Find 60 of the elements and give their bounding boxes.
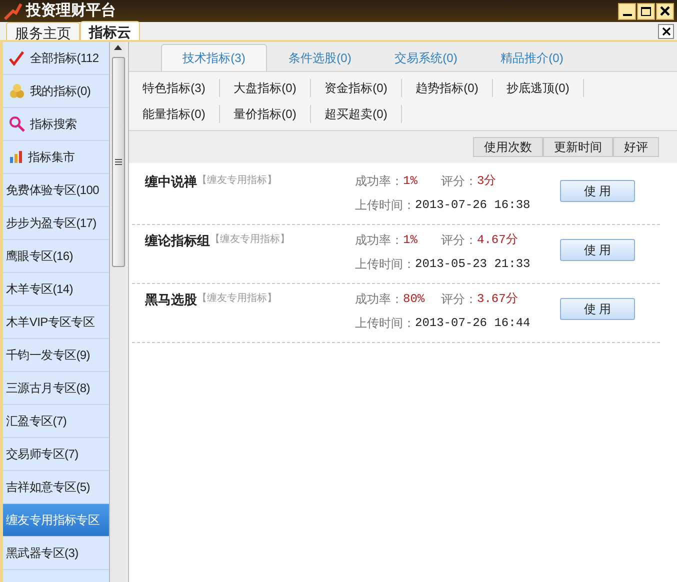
category-link[interactable]: 特色指标(3) (129, 79, 220, 97)
indicator-tag: 【缠友专用指标】 (197, 173, 277, 188)
category-tab[interactable]: 精品推介(0) (479, 44, 585, 71)
upload-time: 2013-05-23 21:33 (415, 256, 530, 273)
sort-button[interactable]: 更新时间 (543, 137, 613, 157)
score-value: 3.67分 (477, 291, 518, 308)
category-tab[interactable]: 技术指标(3) (161, 44, 267, 71)
category-link[interactable]: 量价指标(0) (220, 105, 311, 123)
coins-icon (9, 83, 25, 99)
category-link[interactable]: 大盘指标(0) (220, 79, 311, 97)
close-icon (662, 27, 670, 36)
rate-label: 成功率： (355, 291, 403, 308)
grip-icon (114, 159, 122, 165)
score-label: 评分： (441, 173, 477, 190)
close-button[interactable] (656, 2, 674, 20)
upload-time-label: 上传时间： (355, 256, 415, 273)
category-tab[interactable]: 条件选股(0) (267, 44, 373, 71)
score-value: 3分 (477, 173, 496, 190)
category-tab[interactable]: 交易系统(0) (373, 44, 479, 71)
bar-chart-icon (9, 151, 23, 163)
score-label: 评分： (441, 291, 477, 308)
indicator-name[interactable]: 缠中说禅 (145, 172, 197, 192)
sort-button[interactable]: 好评 (613, 137, 659, 157)
upload-time: 2013-07-26 16:38 (415, 197, 530, 214)
maximize-button[interactable] (637, 2, 655, 20)
tab[interactable]: 服务主页 (6, 22, 80, 40)
success-rate: 1% (403, 232, 418, 249)
scroll-up-icon[interactable] (114, 45, 122, 50)
tab[interactable]: 指标云 (80, 21, 140, 40)
scroll-thumb[interactable] (112, 57, 124, 267)
success-rate: 80% (403, 291, 426, 308)
upload-time-label: 上传时间： (355, 315, 415, 332)
score-label: 评分： (441, 232, 477, 249)
indicator-name[interactable]: 黑马选股 (145, 290, 197, 310)
window-title: 投资理财平台 (26, 0, 116, 21)
category-link[interactable]: 资金指标(0) (311, 79, 402, 97)
upload-time-label: 上传时间： (355, 197, 415, 214)
minimize-button[interactable] (618, 2, 636, 20)
success-rate: 1% (403, 173, 418, 190)
indicator-name[interactable]: 缠论指标组 (145, 231, 210, 250)
category-link[interactable]: 超买超卖(0) (311, 105, 402, 123)
logo-icon (4, 2, 22, 20)
score-value: 4.67分 (477, 232, 518, 249)
use-button[interactable]: 使 用 (560, 298, 635, 320)
close-icon (660, 6, 670, 16)
use-button[interactable]: 使 用 (560, 239, 635, 261)
upload-time: 2013-07-26 16:44 (415, 315, 530, 332)
sidebar-item[interactable]: 缠友专用指标专区 (3, 504, 109, 537)
sort-button[interactable]: 使用次数 (473, 137, 543, 157)
category-link[interactable]: 趋势指标(0) (402, 79, 493, 97)
search-icon (9, 116, 25, 132)
rate-label: 成功率： (355, 232, 403, 249)
indicator-tag: 【缠友专用指标】 (210, 232, 290, 247)
category-link[interactable]: 能量指标(0) (129, 105, 220, 123)
scrollbar[interactable] (109, 42, 126, 582)
indicator-tag: 【缠友专用指标】 (197, 291, 277, 306)
category-link[interactable]: 抄底逃顶(0) (493, 79, 584, 97)
close-tab-button[interactable] (658, 24, 674, 39)
use-button[interactable]: 使 用 (560, 180, 635, 202)
rate-label: 成功率： (355, 173, 403, 190)
